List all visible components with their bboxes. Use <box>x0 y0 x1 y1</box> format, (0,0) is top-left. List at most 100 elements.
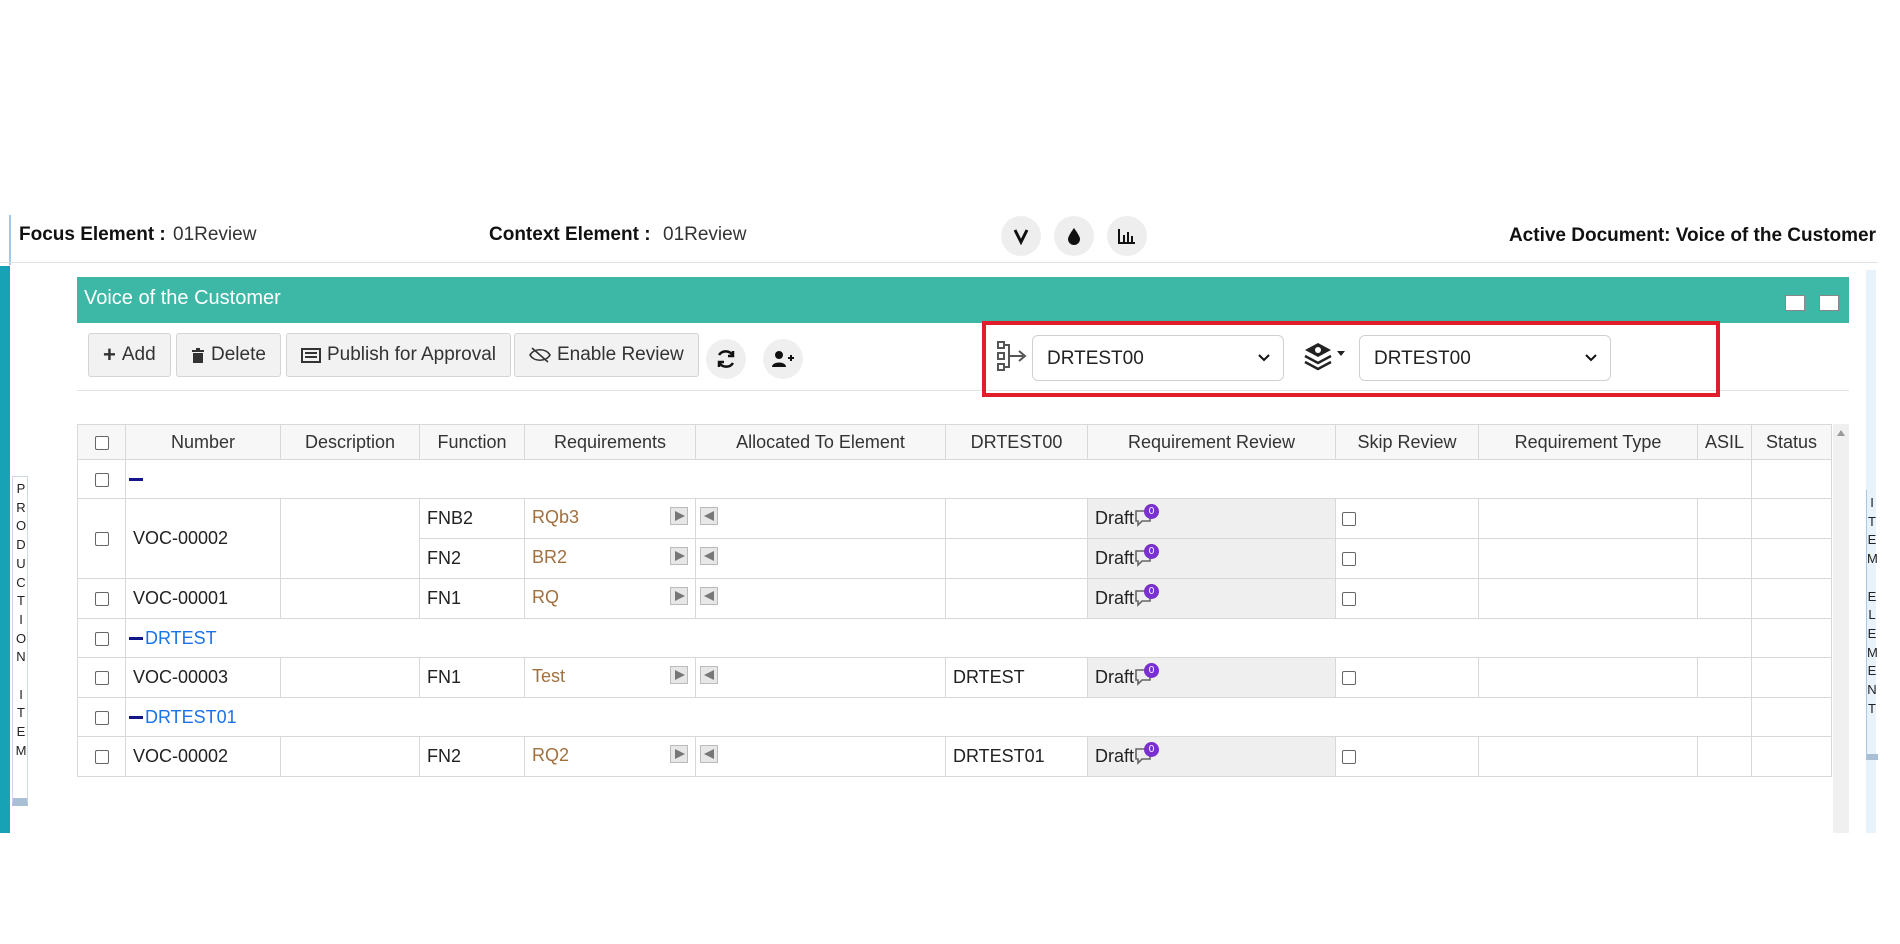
table-row: VOC-00002 FN2 RQ2 DRTEST01 Draft 0 <box>77 736 1832 777</box>
asil-cell <box>1697 736 1752 777</box>
requirement-link[interactable]: RQ <box>532 587 559 607</box>
play-icon[interactable] <box>670 666 688 684</box>
comment-icon[interactable]: 0 <box>1134 544 1160 568</box>
column-header[interactable]: Requirement Review <box>1087 424 1336 460</box>
review-status: Draft <box>1095 588 1135 608</box>
droplet-icon <box>1068 228 1080 245</box>
select-all-checkbox[interactable] <box>94 435 109 450</box>
function-link[interactable]: FN1 <box>419 578 525 619</box>
column-header[interactable]: Status <box>1751 424 1832 460</box>
description-cell <box>280 578 420 619</box>
group-row: DRTEST <box>77 618 1832 658</box>
row-select-cell[interactable] <box>77 498 126 579</box>
play-icon[interactable] <box>670 587 688 605</box>
delete-button[interactable]: Delete <box>176 333 281 377</box>
enable-review-button[interactable]: Enable Review <box>514 333 699 377</box>
column-header[interactable]: Skip Review <box>1335 424 1479 460</box>
back-icon[interactable] <box>700 666 718 684</box>
row-select-cell[interactable] <box>77 697 126 737</box>
function-link[interactable]: FN1 <box>419 657 525 698</box>
enable-review-label: Enable Review <box>557 344 684 365</box>
back-icon[interactable] <box>700 547 718 565</box>
review-cell: Draft 0 <box>1087 498 1336 539</box>
element-cell: DRTEST01 <box>945 736 1088 777</box>
table-scrollbar[interactable] <box>1833 424 1849 833</box>
skip-review-checkbox[interactable] <box>1342 750 1356 765</box>
row-checkbox[interactable] <box>94 750 109 765</box>
requirement-cell: Test <box>524 657 696 698</box>
description-cell <box>280 498 420 579</box>
comment-icon[interactable]: 0 <box>1134 584 1160 608</box>
row-checkbox[interactable] <box>94 671 109 686</box>
panel-title: Voice of the Customer <box>84 287 281 309</box>
column-header[interactable]: Function <box>419 424 525 460</box>
vine-button[interactable] <box>1001 216 1041 256</box>
hierarchy-select[interactable]: DRTEST00 <box>1032 335 1284 381</box>
add-user-button[interactable] <box>763 339 803 379</box>
collapse-icon[interactable] <box>129 716 143 720</box>
column-header[interactable]: Description <box>280 424 420 460</box>
grid-view-icon[interactable] <box>1819 295 1839 311</box>
row-select-cell[interactable] <box>77 736 126 777</box>
play-icon[interactable] <box>670 507 688 525</box>
group-link[interactable]: DRTEST <box>145 628 217 648</box>
row-checkbox[interactable] <box>94 532 109 547</box>
column-header[interactable]: Number <box>125 424 281 460</box>
comment-icon[interactable]: 0 <box>1134 504 1160 528</box>
layer-select[interactable]: DRTEST00 <box>1359 335 1611 381</box>
column-header[interactable]: Requirements <box>524 424 696 460</box>
row-checkbox[interactable] <box>94 631 109 646</box>
collapse-icon[interactable] <box>129 478 143 482</box>
requirement-link[interactable]: BR2 <box>532 547 567 567</box>
function-link[interactable]: FNB2 <box>419 498 525 539</box>
requirement-link[interactable]: RQb3 <box>532 507 579 527</box>
skip-review-cell <box>1335 498 1479 539</box>
group-link[interactable]: DRTEST01 <box>145 707 237 727</box>
hierarchy-icon <box>997 341 1027 371</box>
skip-review-checkbox[interactable] <box>1342 592 1356 607</box>
requirement-link[interactable]: Test <box>532 666 565 686</box>
row-select-cell[interactable] <box>77 618 126 658</box>
drop-button[interactable] <box>1054 216 1094 256</box>
review-cell: Draft 0 <box>1087 578 1336 619</box>
select-all-header[interactable] <box>77 424 126 460</box>
column-header[interactable]: ASIL <box>1697 424 1752 460</box>
skip-review-checkbox[interactable] <box>1342 671 1356 686</box>
back-icon[interactable] <box>700 745 718 763</box>
row-checkbox[interactable] <box>94 472 109 487</box>
skip-review-checkbox[interactable] <box>1342 512 1356 527</box>
row-select-cell[interactable] <box>77 657 126 698</box>
publish-for-approval-button[interactable]: Publish for Approval <box>286 333 511 377</box>
comment-icon[interactable]: 0 <box>1134 742 1160 766</box>
skip-review-cell <box>1335 538 1479 579</box>
comment-count: 0 <box>1144 504 1160 519</box>
item-element-label: ITEM ELEMENT <box>1867 495 1877 716</box>
context-element-label: Context Element : <box>489 224 651 245</box>
refresh-button[interactable] <box>706 339 746 379</box>
requirement-type-cell <box>1478 657 1698 698</box>
back-icon[interactable] <box>700 507 718 525</box>
collapse-icon[interactable] <box>129 637 143 641</box>
column-header[interactable]: DRTEST00 <box>945 424 1088 460</box>
back-icon[interactable] <box>700 587 718 605</box>
chart-button[interactable] <box>1107 216 1147 256</box>
allocated-cell <box>695 736 946 777</box>
column-header[interactable]: Requirement Type <box>1478 424 1698 460</box>
row-select-cell[interactable] <box>77 578 126 619</box>
play-icon[interactable] <box>670 547 688 565</box>
list-view-icon[interactable] <box>1785 295 1805 311</box>
comment-icon[interactable]: 0 <box>1134 663 1160 687</box>
requirement-type-cell <box>1478 538 1698 579</box>
play-icon[interactable] <box>670 745 688 763</box>
row-select-cell[interactable] <box>77 459 126 499</box>
requirement-link[interactable]: RQ2 <box>532 745 569 765</box>
function-link[interactable]: FN2 <box>419 538 525 579</box>
add-button[interactable]: + Add <box>88 333 171 377</box>
function-link[interactable]: FN2 <box>419 736 525 777</box>
row-checkbox[interactable] <box>94 710 109 725</box>
skip-review-checkbox[interactable] <box>1342 552 1356 567</box>
delete-button-label: Delete <box>211 344 266 365</box>
layers-icon[interactable] <box>1302 338 1348 372</box>
column-header[interactable]: Allocated To Element <box>695 424 946 460</box>
row-checkbox[interactable] <box>94 592 109 607</box>
